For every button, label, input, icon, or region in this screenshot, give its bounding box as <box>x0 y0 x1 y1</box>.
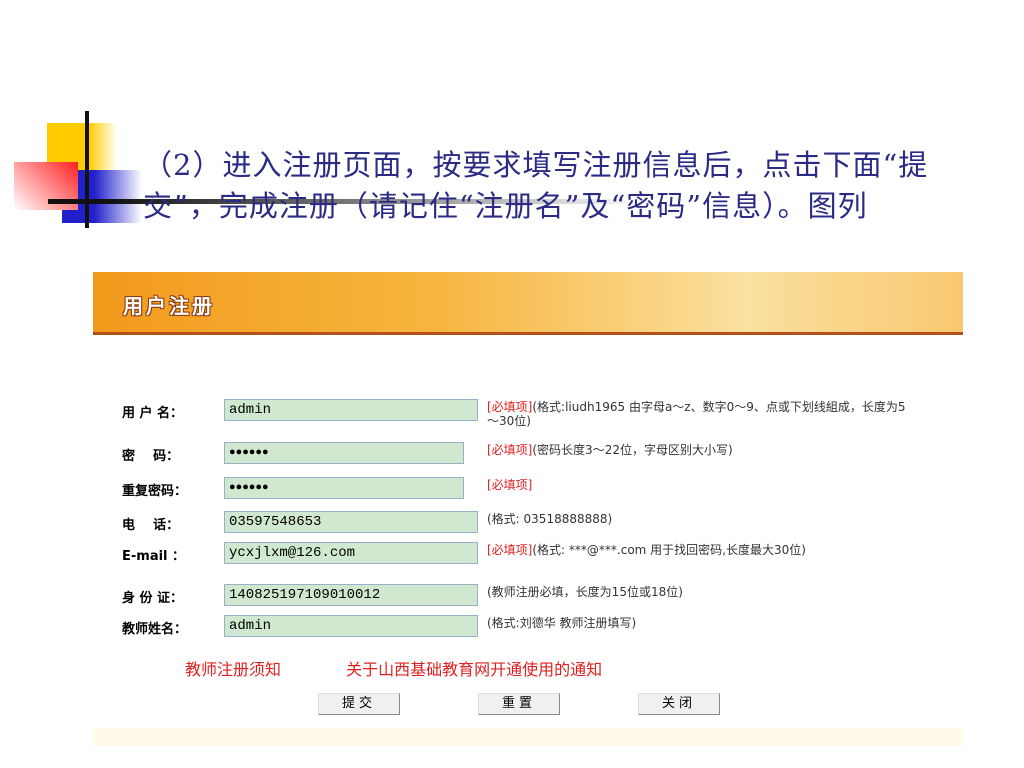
phone-input[interactable]: 03597548653 <box>224 511 478 533</box>
close-button[interactable]: 关闭 <box>638 693 720 715</box>
logo-vertical-line <box>85 111 89 228</box>
username-input[interactable]: admin <box>224 399 478 421</box>
field-note: [必填项](格式: ***@***.com 用于找回密码,长度最大30位) <box>487 543 806 557</box>
field-label: 电 话： <box>122 518 180 533</box>
teacher-name-input[interactable]: admin <box>224 615 478 637</box>
field-note: [必填项](格式:liudh1965 由字母a～z、数字0～9、点或下划线組成，… <box>487 400 906 428</box>
teacher-registration-notice-link[interactable]: 教师注册须知 <box>185 660 281 679</box>
field-note: (教师注册必填，长度为15位或18位) <box>487 585 683 599</box>
footer-strip <box>93 728 963 746</box>
field-note: [必填项] <box>487 478 533 492</box>
field-label: 身 份 证： <box>122 591 184 606</box>
banner-title: 用户注册 <box>123 294 215 318</box>
field-label: E-mail ： <box>122 549 186 564</box>
service-notice-link[interactable]: 关于山西基础教育网开通使用的通知 <box>346 660 602 679</box>
reset-button[interactable]: 重置 <box>478 693 560 715</box>
confirm-password-input[interactable]: ●●●●●● <box>224 477 464 499</box>
field-label: 重复密码： <box>122 484 188 499</box>
field-label: 用 户 名： <box>122 406 184 421</box>
password-input[interactable]: ●●●●●● <box>224 442 464 464</box>
field-label: 教师姓名： <box>122 622 188 637</box>
slide-title: （2）进入注册页面，按要求填写注册信息后，点击下面“提交”，完成注册（请记住“注… <box>143 148 929 223</box>
id-card-input[interactable]: 140825197109010012 <box>224 584 478 606</box>
email-input[interactable]: ycxjlxm@126.com <box>224 542 478 564</box>
notice-links: 教师注册须知 关于山西基础教育网开通使用的通知 <box>185 656 662 680</box>
register-banner: 用户注册 <box>93 272 963 335</box>
field-label: 密 码： <box>122 449 180 464</box>
field-note: [必填项](密码长度3～22位，字母区别大小写) <box>487 443 733 457</box>
submit-button[interactable]: 提交 <box>318 693 400 715</box>
field-note: (格式:刘德华 教师注册填写) <box>487 616 637 630</box>
field-note: (格式: 03518888888) <box>487 512 613 526</box>
